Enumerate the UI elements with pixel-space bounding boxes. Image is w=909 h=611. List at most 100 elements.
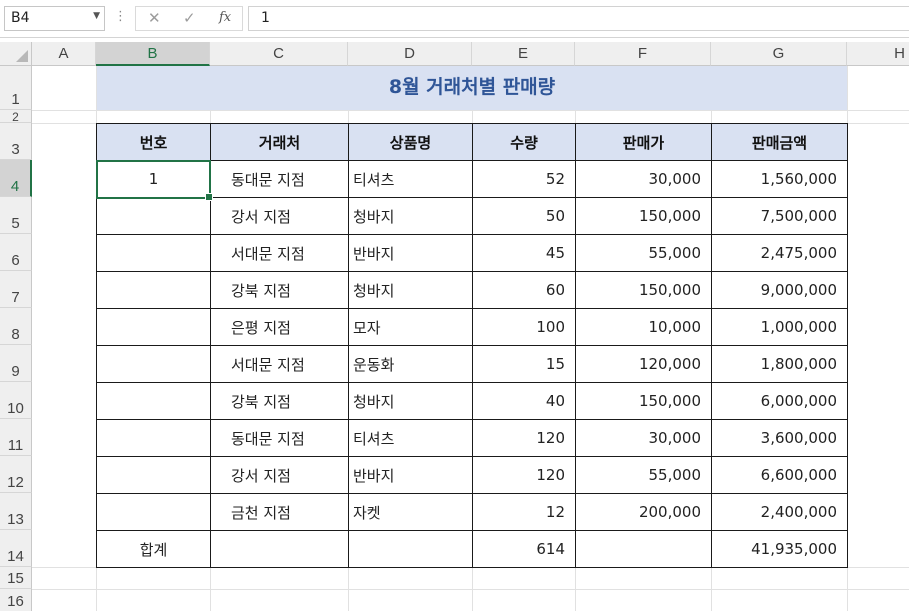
row-header-3[interactable]: 3 [0, 123, 32, 160]
cell-price[interactable]: 10,000 [575, 308, 712, 346]
cell-no[interactable] [96, 493, 211, 531]
cell-amount[interactable]: 2,475,000 [711, 234, 848, 272]
cancel-icon[interactable]: ✕ [148, 9, 161, 27]
cell-qty[interactable]: 15 [472, 345, 576, 383]
row-header-7[interactable]: 7 [0, 271, 32, 308]
cell-amount[interactable]: 1,560,000 [711, 160, 848, 198]
cell-amount[interactable]: 6,000,000 [711, 382, 848, 420]
total-qty-cell[interactable]: 614 [472, 530, 576, 568]
row-header-12[interactable]: 12 [0, 456, 32, 493]
cell-store[interactable]: 서대문 지점 [210, 234, 349, 272]
cell-qty[interactable]: 50 [472, 197, 576, 235]
cell-product[interactable]: 청바지 [348, 197, 473, 235]
row-header-10[interactable]: 10 [0, 382, 32, 419]
row-header-11[interactable]: 11 [0, 419, 32, 456]
cell-product[interactable]: 반바지 [348, 456, 473, 494]
chevron-down-icon[interactable]: ▼ [93, 11, 100, 21]
cell-qty[interactable]: 45 [472, 234, 576, 272]
row-header-8[interactable]: 8 [0, 308, 32, 345]
row-header-9[interactable]: 9 [0, 345, 32, 382]
cell-store[interactable]: 강북 지점 [210, 271, 349, 309]
cell-amount[interactable]: 7,500,000 [711, 197, 848, 235]
insert-function-icon[interactable]: fx [219, 10, 231, 25]
cell-store[interactable]: 서대문 지점 [210, 345, 349, 383]
cell-price[interactable]: 30,000 [575, 160, 712, 198]
cell-qty[interactable]: 12 [472, 493, 576, 531]
name-box[interactable]: B4 ▼ [4, 6, 105, 31]
cell-price[interactable]: 200,000 [575, 493, 712, 531]
cell-product[interactable]: 반바지 [348, 234, 473, 272]
cell-store[interactable]: 강서 지점 [210, 197, 349, 235]
header-cell-product[interactable]: 상품명 [348, 123, 473, 161]
cell-qty[interactable]: 40 [472, 382, 576, 420]
cell-no[interactable] [96, 234, 211, 272]
row-header-1[interactable]: 1 [0, 66, 32, 110]
cell-product[interactable]: 운동화 [348, 345, 473, 383]
column-header-h[interactable]: H [847, 42, 909, 66]
cell-store[interactable]: 강북 지점 [210, 382, 349, 420]
cell-no[interactable] [96, 271, 211, 309]
cell-store[interactable]: 은평 지점 [210, 308, 349, 346]
row-header-5[interactable]: 5 [0, 197, 32, 234]
column-header-g[interactable]: G [711, 42, 847, 66]
cell-qty[interactable]: 120 [472, 419, 576, 457]
column-header-b[interactable]: B [96, 42, 210, 66]
cell-no[interactable]: 1 [96, 160, 211, 198]
cell-no[interactable] [96, 382, 211, 420]
cell-product[interactable]: 청바지 [348, 382, 473, 420]
sheet-title[interactable]: 8월 거래처별 판매량 [97, 66, 847, 110]
cell-store[interactable]: 동대문 지점 [210, 419, 349, 457]
cell-no[interactable] [96, 456, 211, 494]
column-header-f[interactable]: F [575, 42, 711, 66]
cell-qty[interactable]: 120 [472, 456, 576, 494]
row-header-16[interactable]: 16 [0, 589, 32, 611]
header-cell-no[interactable]: 번호 [96, 123, 211, 161]
cell-no[interactable] [96, 419, 211, 457]
cell-price[interactable]: 30,000 [575, 419, 712, 457]
cell-product[interactable]: 모자 [348, 308, 473, 346]
header-cell-amount[interactable]: 판매금액 [711, 123, 848, 161]
cell-amount[interactable]: 9,000,000 [711, 271, 848, 309]
cell-product[interactable]: 청바지 [348, 271, 473, 309]
column-header-d[interactable]: D [348, 42, 472, 66]
header-cell-store[interactable]: 거래처 [210, 123, 349, 161]
cell-qty[interactable]: 100 [472, 308, 576, 346]
formula-input[interactable]: 1 [248, 6, 909, 31]
cell-price[interactable]: 55,000 [575, 234, 712, 272]
cell-amount[interactable]: 6,600,000 [711, 456, 848, 494]
row-header-4[interactable]: 4 [0, 160, 32, 197]
column-header-c[interactable]: C [210, 42, 348, 66]
row-header-2[interactable]: 2 [0, 110, 32, 124]
cell-no[interactable] [96, 308, 211, 346]
cell-store[interactable] [210, 530, 349, 568]
cell-price[interactable]: 150,000 [575, 197, 712, 235]
cell-no[interactable] [96, 197, 211, 235]
cell-amount[interactable]: 2,400,000 [711, 493, 848, 531]
cell-qty[interactable]: 60 [472, 271, 576, 309]
cell-price[interactable]: 150,000 [575, 382, 712, 420]
cell-price[interactable] [575, 530, 712, 568]
enter-icon[interactable]: ✓ [183, 9, 196, 27]
cell-price[interactable]: 55,000 [575, 456, 712, 494]
header-cell-qty[interactable]: 수량 [472, 123, 576, 161]
total-label-cell[interactable]: 합계 [96, 530, 211, 568]
row-header-13[interactable]: 13 [0, 493, 32, 530]
cell-price[interactable]: 120,000 [575, 345, 712, 383]
cell-qty[interactable]: 52 [472, 160, 576, 198]
row-header-6[interactable]: 6 [0, 234, 32, 271]
select-all-button[interactable] [0, 42, 32, 66]
cell-store[interactable]: 강서 지점 [210, 456, 349, 494]
column-header-a[interactable]: A [32, 42, 96, 66]
header-cell-price[interactable]: 판매가 [575, 123, 712, 161]
cell-product[interactable]: 티셔츠 [348, 160, 473, 198]
column-header-e[interactable]: E [472, 42, 575, 66]
cell-amount[interactable]: 1,000,000 [711, 308, 848, 346]
cell-store[interactable]: 동대문 지점 [210, 160, 349, 198]
cell-amount[interactable]: 3,600,000 [711, 419, 848, 457]
cell-no[interactable] [96, 345, 211, 383]
cell-product[interactable] [348, 530, 473, 568]
row-header-15[interactable]: 15 [0, 567, 32, 589]
cell-product[interactable]: 자켓 [348, 493, 473, 531]
cell-amount[interactable]: 1,800,000 [711, 345, 848, 383]
cell-product[interactable]: 티셔츠 [348, 419, 473, 457]
